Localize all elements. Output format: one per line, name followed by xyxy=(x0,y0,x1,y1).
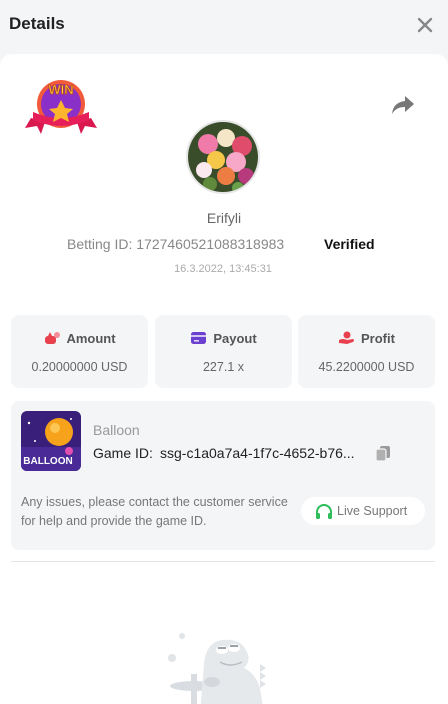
amount-label: Amount xyxy=(66,331,116,346)
game-name: Balloon xyxy=(93,422,140,438)
share-icon[interactable] xyxy=(391,94,415,116)
game-thumbnail[interactable]: BALLOON xyxy=(21,411,81,471)
headset-icon xyxy=(316,504,332,519)
money-bag-icon xyxy=(45,332,61,344)
copy-icon[interactable] xyxy=(375,445,391,462)
game-thumbnail-label: BALLOON xyxy=(23,456,72,467)
card-icon xyxy=(191,332,207,344)
issues-text: Any issues, please contact the customer … xyxy=(21,495,288,528)
game-id-value: ssg-c1a0a7a4-1f7c-4652-b76... xyxy=(160,445,355,461)
profit-card: Profit 45.2200000 USD xyxy=(298,315,435,388)
profit-header: Profit xyxy=(298,331,435,347)
username: Erifyli xyxy=(206,210,242,226)
details-header: Details xyxy=(0,0,448,50)
close-icon[interactable] xyxy=(414,14,436,36)
live-support-button[interactable]: Live Support xyxy=(301,497,425,525)
amount-card: Amount 0.20000000 USD xyxy=(11,315,148,388)
live-support-label: Live Support xyxy=(337,504,408,518)
game-id-label: Game ID: xyxy=(93,445,153,461)
win-badge: WIN xyxy=(25,80,97,134)
verified-badge: Verified xyxy=(324,236,375,252)
hand-coin-icon xyxy=(339,331,355,344)
win-badge-text: WIN xyxy=(48,82,73,97)
amount-value: 0.20000000 USD xyxy=(31,360,128,374)
divider xyxy=(11,561,435,562)
bet-timestamp: 16.3.2022, 13:45:31 xyxy=(174,263,272,275)
avatar xyxy=(186,120,260,194)
dinosaur-mascot-image xyxy=(168,633,266,704)
payout-header: Payout xyxy=(155,331,292,347)
betting-id-row: Betting ID: 1727460521088318983 Verified xyxy=(0,236,448,254)
betting-id: Betting ID: 1727460521088318983 xyxy=(67,236,285,252)
payout-card: Payout 227.1 x xyxy=(155,315,292,388)
profit-value: 45.2200000 USD xyxy=(318,360,415,374)
payout-value: 227.1 x xyxy=(202,360,244,374)
amount-header: Amount xyxy=(11,331,148,347)
balloon-game-image: BALLOON xyxy=(21,411,81,471)
profit-label: Profit xyxy=(361,331,395,346)
game-card: BALLOON Balloon Game ID: ssg-c1a0a7a4-1f… xyxy=(11,401,435,550)
page-title: Details xyxy=(9,14,65,33)
payout-label: Payout xyxy=(213,331,257,346)
